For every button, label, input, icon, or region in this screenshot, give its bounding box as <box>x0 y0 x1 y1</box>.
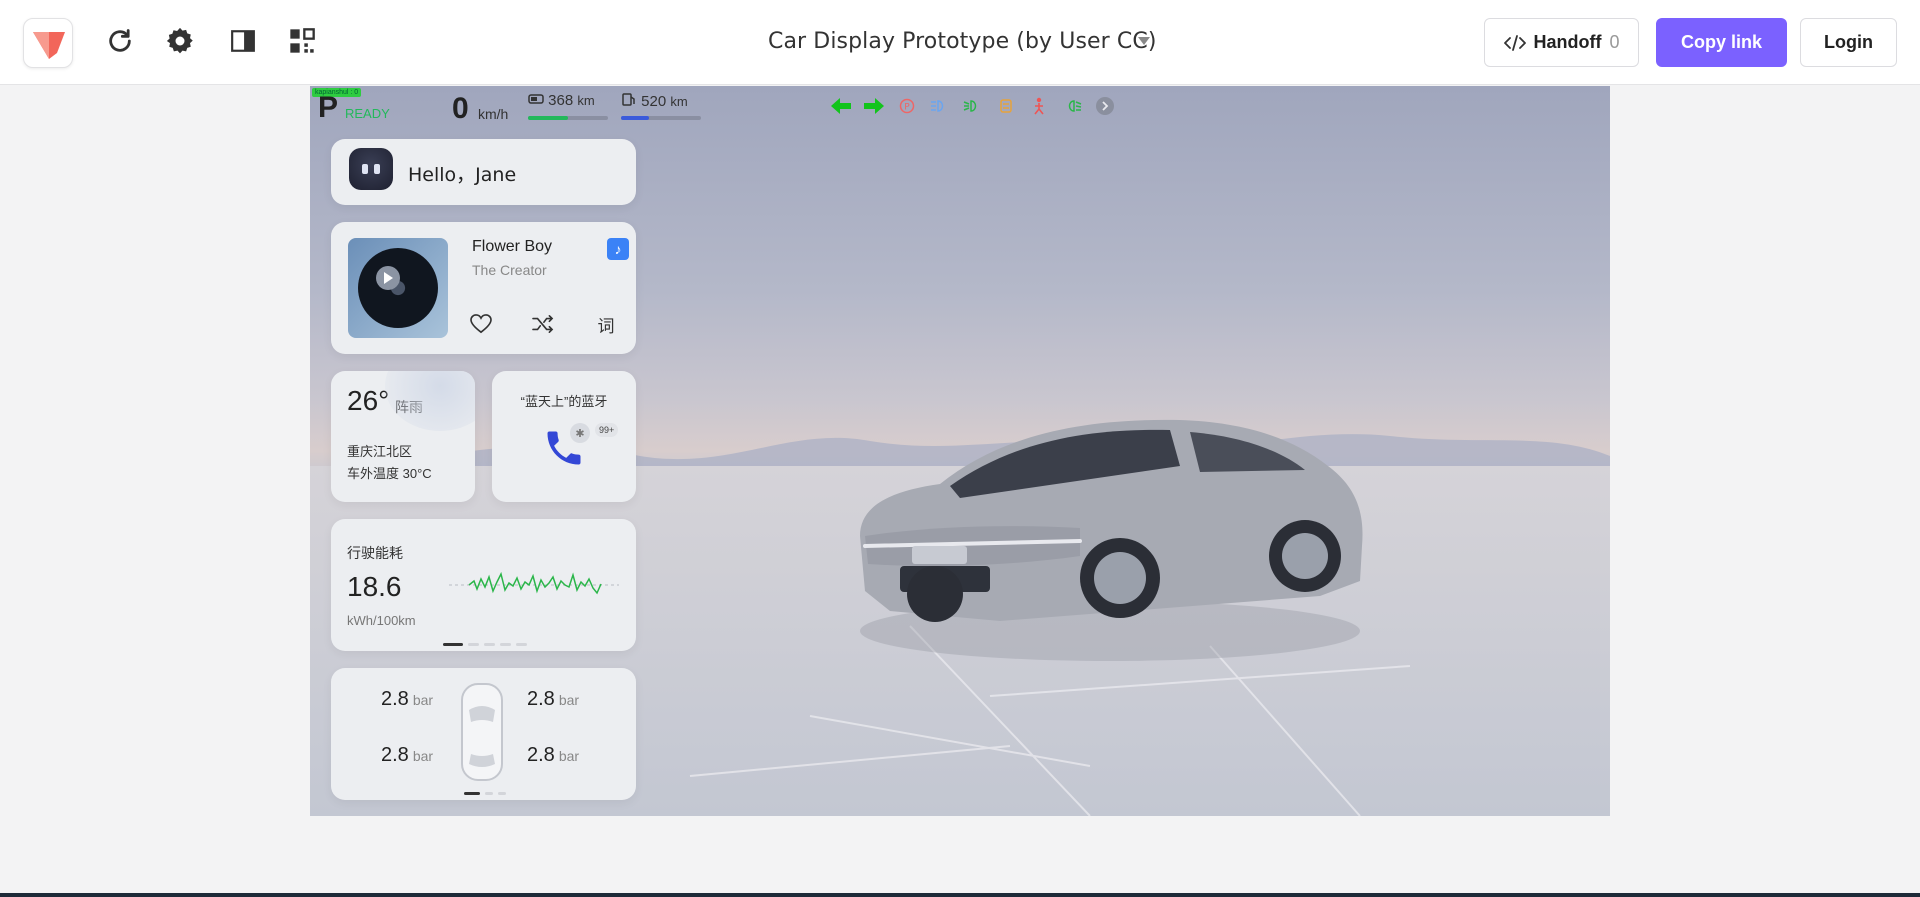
electric-range-bar <box>528 116 608 120</box>
fog-light-icon <box>962 96 984 116</box>
battery-car-icon <box>528 94 544 104</box>
fuel-range-value: 520 <box>641 93 667 110</box>
greeting-text: Hello，Jane <box>408 164 517 186</box>
missed-calls-badge: 99+ <box>595 423 619 437</box>
panel-toggle-icon[interactable] <box>226 24 260 58</box>
lyrics-button[interactable]: 词 <box>594 312 618 336</box>
tire-front-right: 2.8 bar <box>527 688 580 710</box>
high-beam-icon <box>929 96 951 116</box>
energy-title: 行驶能耗 <box>347 545 403 561</box>
code-icon <box>1503 34 1526 51</box>
album-cover[interactable] <box>348 238 448 338</box>
heart-icon[interactable] <box>469 312 493 336</box>
right-turn-signal-icon <box>863 96 885 116</box>
artist-name: The Creator <box>472 262 547 278</box>
weather-condition: 阵雨 <box>395 399 423 415</box>
outside-temperature: 车外温度 30°C <box>347 466 432 481</box>
weather-temperature: 26° <box>347 385 390 416</box>
tire-pressure-card[interactable]: 2.8 bar 2.8 bar 2.8 bar 2.8 bar <box>331 668 636 800</box>
car-top-view-icon <box>461 683 503 781</box>
bluetooth-device-name: “蓝天上”的蓝牙 <box>520 394 608 409</box>
tire-rear-left: 2.8 bar <box>381 744 434 766</box>
app-logo[interactable] <box>23 18 73 68</box>
fuel-range-fill <box>621 116 649 120</box>
left-turn-signal-icon <box>830 96 852 116</box>
low-beam-icon <box>1061 96 1083 116</box>
handoff-count: 0 <box>1609 32 1620 52</box>
qr-code-icon[interactable] <box>285 24 319 58</box>
copy-link-button[interactable]: Copy link <box>1656 18 1787 67</box>
fuel-range: 520 km <box>621 92 688 110</box>
person-warning-icon <box>1028 96 1050 116</box>
music-note-icon[interactable]: ♪ <box>607 238 629 260</box>
tire-rear-right: 2.8 bar <box>527 744 580 766</box>
electric-range: 368 km <box>528 92 595 109</box>
speed-unit: km/h <box>478 106 509 122</box>
greeting-card[interactable]: Hello，Jane <box>331 139 636 205</box>
weather-card[interactable]: 26° 阵雨 重庆江北区 车外温度 30°C <box>331 371 475 502</box>
svg-text:P: P <box>904 103 910 113</box>
bluetooth-phone-card[interactable]: “蓝天上”的蓝牙 ✱ 99+ <box>492 371 636 502</box>
energy-page-dots[interactable] <box>443 643 527 646</box>
play-icon[interactable] <box>376 266 400 290</box>
logo-icon <box>33 32 65 59</box>
refresh-icon[interactable] <box>103 24 137 58</box>
weather-location: 重庆江北区 <box>347 444 413 459</box>
handoff-button[interactable]: Handoff 0 <box>1484 18 1639 67</box>
electric-range-fill <box>528 116 568 120</box>
status-bar: kapianshul : 0 P READY 0 km/h 368 km 520… <box>310 86 1610 128</box>
electric-range-value: 368 <box>548 92 574 109</box>
car-display-screen: kapianshul : 0 P READY 0 km/h 368 km 520… <box>310 86 1610 816</box>
tire-page-dots[interactable] <box>464 792 506 795</box>
song-title: Flower Boy <box>472 238 553 255</box>
music-card: Flower Boy The Creator ♪ 词 <box>331 222 636 354</box>
login-button[interactable]: Login <box>1800 18 1897 67</box>
energy-unit: kWh/100km <box>347 613 416 628</box>
fuel-pump-icon <box>622 93 635 106</box>
fuel-range-bar <box>621 116 701 120</box>
fuel-range-unit: km <box>670 94 688 109</box>
vinyl-disc <box>358 248 438 328</box>
chevron-down-icon[interactable] <box>1138 37 1150 45</box>
speed-value: 0 <box>452 92 469 125</box>
project-title[interactable]: Car Display Prototype (by User CC) <box>768 29 1157 54</box>
gear-indicator: P <box>318 91 339 124</box>
bottom-edge-strip <box>0 893 1920 897</box>
more-indicators-icon[interactable] <box>1094 96 1116 116</box>
ready-indicator: READY <box>345 106 390 121</box>
energy-value: 18.6 <box>347 571 402 602</box>
bluetooth-icon: ✱ <box>570 423 590 443</box>
shuffle-icon[interactable] <box>531 312 555 336</box>
assistant-avatar-icon <box>349 148 393 190</box>
energy-consumption-card[interactable]: 行驶能耗 18.6 kWh/100km <box>331 519 636 651</box>
vehicle-3d-model[interactable] <box>850 406 1370 666</box>
handoff-label: Handoff <box>1533 32 1602 52</box>
seatbelt-warning-icon <box>995 96 1017 116</box>
top-toolbar: Car Display Prototype (by User CC) Hando… <box>0 0 1920 85</box>
electric-range-unit: km <box>577 93 595 108</box>
tire-front-left: 2.8 bar <box>381 688 434 710</box>
parking-brake-icon: P <box>896 96 918 116</box>
gear-icon[interactable] <box>163 24 197 58</box>
telltale-icons: P <box>830 96 1116 116</box>
energy-sparkline <box>449 571 619 595</box>
